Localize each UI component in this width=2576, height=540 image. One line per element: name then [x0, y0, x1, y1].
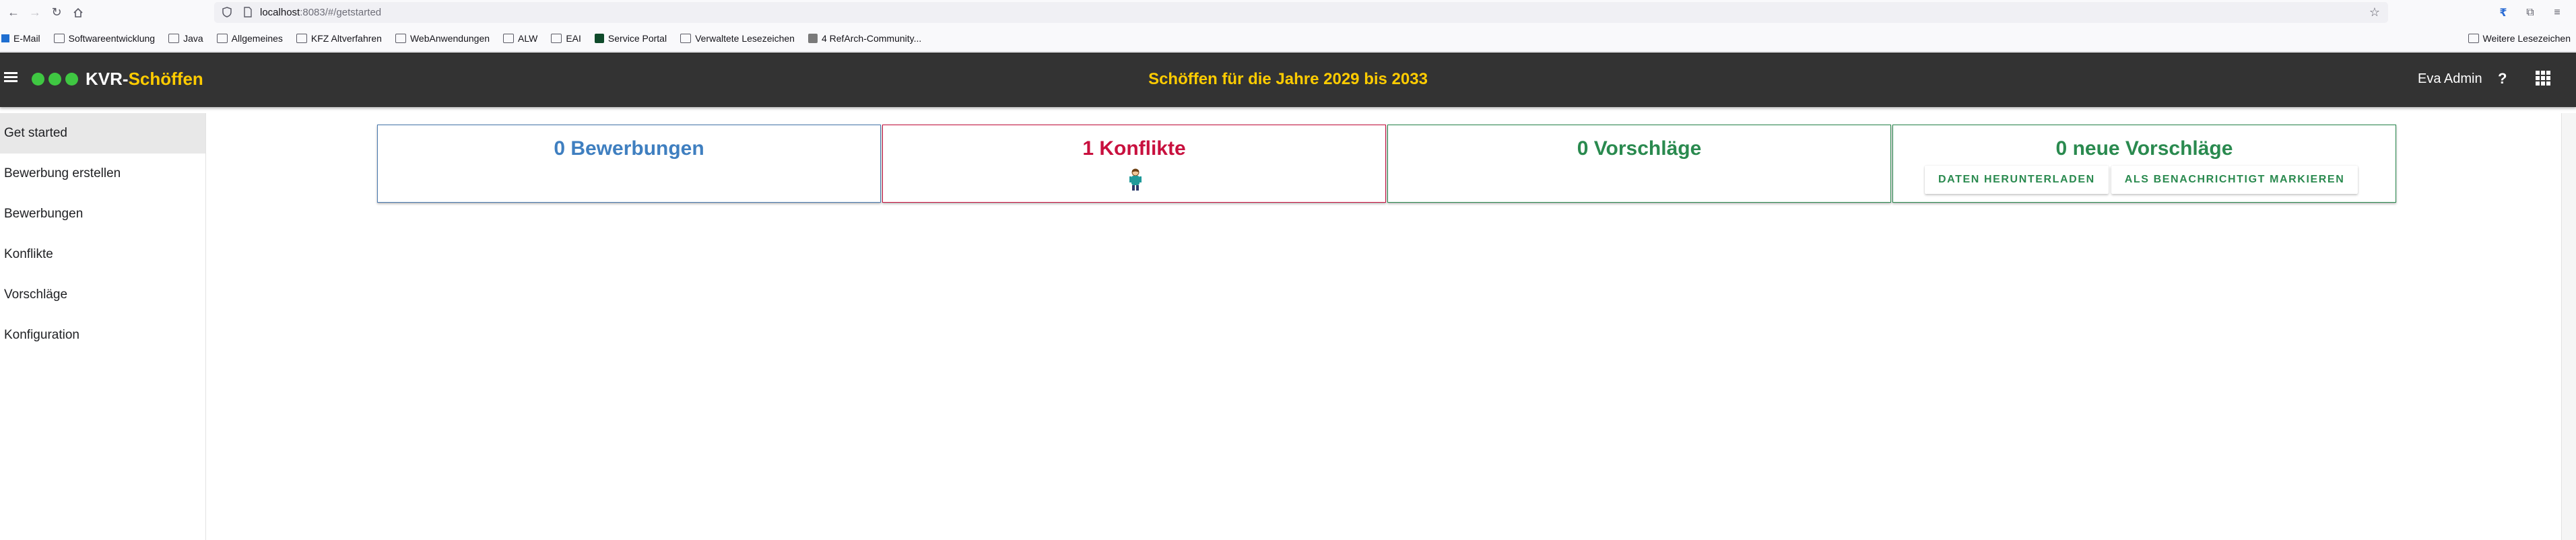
- bookmarks-bar: E-Mail Softwareentwicklung Java Allgemei…: [0, 25, 2576, 52]
- page-title: Schöffen für die Jahre 2029 bis 2033: [1148, 70, 1428, 88]
- card-title: 1 Konflikte: [1082, 137, 1186, 160]
- back-icon[interactable]: ←: [5, 5, 22, 21]
- refarch-icon: [807, 33, 818, 43]
- status-dot: [32, 73, 44, 86]
- bookmark-label: Weitere Lesezeichen: [2482, 33, 2571, 44]
- hamburger-menu-icon[interactable]: [4, 70, 22, 88]
- url-path: :8083/#/getstarted: [300, 7, 382, 18]
- folder-icon: [296, 33, 307, 43]
- bookmark-label: KFZ Altverfahren: [310, 32, 382, 44]
- bookmark-softwareentwicklung[interactable]: Softwareentwicklung: [53, 32, 156, 44]
- reload-icon[interactable]: ↻: [48, 5, 65, 21]
- card-bewerbungen[interactable]: 0 Bewerbungen: [377, 125, 881, 203]
- card-title: 0 Bewerbungen: [554, 137, 704, 160]
- bookmark-email[interactable]: E-Mail: [1, 33, 40, 44]
- sidebar-item-get-started[interactable]: Get started: [0, 113, 205, 154]
- app-brand[interactable]: KVR-Schöffen: [86, 69, 203, 90]
- bookmark-label: 4 RefArch-Community...: [821, 32, 922, 44]
- sidebar-item-konfiguration[interactable]: Konfiguration: [0, 315, 205, 356]
- brand-prefix: KVR-: [86, 69, 129, 89]
- bookmark-verwaltete-lesezeichen[interactable]: Verwaltete Lesezeichen: [680, 33, 795, 44]
- folder-icon: [551, 33, 562, 43]
- bookmark-service-portal[interactable]: Service Portal: [594, 32, 667, 44]
- sidebar: Get started Bewerbung erstellen Bewerbun…: [0, 113, 206, 540]
- extension-icon[interactable]: ₹: [2495, 5, 2511, 21]
- sidebar-item-bewerbung-erstellen[interactable]: Bewerbung erstellen: [0, 154, 205, 194]
- bookmark-java[interactable]: Java: [168, 33, 203, 44]
- apps-grid-icon[interactable]: [2536, 71, 2550, 86]
- bookmark-label: E-Mail: [13, 32, 40, 44]
- card-title: 0 Vorschläge: [1577, 137, 1702, 160]
- sidebar-item-vorschlaege[interactable]: Vorschläge: [0, 275, 205, 315]
- bookmark-star-icon[interactable]: ☆: [2369, 5, 2380, 20]
- mark-notified-button[interactable]: ALS BENACHRICHTIGT MARKIEREN: [2111, 166, 2358, 194]
- bookmark-webanwendungen[interactable]: WebAnwendungen: [395, 33, 490, 44]
- bookmark-refarch[interactable]: 4 RefArch-Community...: [807, 32, 922, 44]
- extensions-puzzle-icon[interactable]: ⧉: [2522, 5, 2538, 21]
- page-icon: [244, 7, 252, 21]
- bookmark-label: EAI: [566, 32, 581, 44]
- sidebar-item-konflikte[interactable]: Konflikte: [0, 234, 205, 275]
- person-icon: [1128, 168, 1143, 191]
- bookmark-weitere-lesezeichen[interactable]: Weitere Lesezeichen: [2468, 33, 2571, 44]
- folder-icon: [53, 33, 65, 43]
- card-konflikte[interactable]: 1 Konflikte: [882, 125, 1386, 203]
- card-neue-vorschlaege: 0 neue Vorschläge DATEN HERUNTERLADEN AL…: [1892, 125, 2396, 203]
- sidebar-item-label: Vorschläge: [4, 288, 68, 302]
- sidebar-item-label: Bewerbungen: [4, 207, 84, 221]
- summary-cards: 0 Bewerbungen 1 Konflikte 0 Vorschläge 0…: [377, 125, 2398, 203]
- sidebar-item-bewerbungen[interactable]: Bewerbungen: [0, 194, 205, 234]
- sidebar-item-label: Konflikte: [4, 247, 53, 261]
- url-text[interactable]: localhost:8083/#/getstarted: [260, 7, 381, 18]
- url-host: localhost: [260, 7, 300, 18]
- card-vorschlaege[interactable]: 0 Vorschläge: [1387, 125, 1891, 203]
- brand-name: Schöffen: [128, 69, 203, 89]
- bookmark-label: Softwareentwicklung: [68, 32, 156, 44]
- bookmark-label: ALW: [518, 32, 538, 44]
- sidebar-item-label: Konfiguration: [4, 328, 79, 342]
- bookmark-allgemeines[interactable]: Allgemeines: [216, 32, 283, 44]
- status-dot: [48, 73, 61, 86]
- bookmark-label: Verwaltete Lesezeichen: [695, 32, 795, 44]
- help-icon[interactable]: ?: [2498, 70, 2507, 88]
- shield-icon[interactable]: [222, 7, 232, 21]
- menu-icon[interactable]: ≡: [2549, 5, 2565, 21]
- folder-icon: [216, 33, 228, 43]
- bookmark-label: Java: [183, 32, 203, 44]
- download-data-button[interactable]: DATEN HERUNTERLADEN: [1925, 166, 2109, 194]
- home-icon[interactable]: [70, 5, 86, 21]
- sidebar-item-label: Bewerbung erstellen: [4, 166, 121, 180]
- bookmark-label: WebAnwendungen: [409, 32, 490, 44]
- browser-toolbar: ← → ↻ localhost:8083/#/getstarted ☆ ₹ ⧉ …: [0, 0, 2576, 25]
- card-title: 0 neue Vorschläge: [2055, 137, 2233, 160]
- outlook-icon: [1, 34, 9, 42]
- folder-icon: [395, 33, 406, 43]
- folder-icon: [680, 33, 692, 43]
- bookmark-eai[interactable]: EAI: [551, 33, 581, 44]
- folder-icon: [2468, 34, 2479, 43]
- scrollbar-track[interactable]: [2561, 113, 2576, 540]
- bookmark-label: Service Portal: [607, 32, 667, 44]
- folder-icon: [503, 33, 515, 43]
- app-bar: KVR-Schöffen Schöffen für die Jahre 2029…: [0, 53, 2576, 107]
- bookmark-alw[interactable]: ALW: [503, 33, 537, 44]
- bookmark-kfz-altverfahren[interactable]: KFZ Altverfahren: [296, 33, 382, 44]
- sidebar-item-label: Get started: [4, 126, 67, 140]
- status-dot: [65, 73, 78, 86]
- bookmark-label: Allgemeines: [231, 32, 283, 44]
- status-dots: [32, 73, 82, 86]
- folder-icon: [168, 33, 180, 43]
- forward-icon[interactable]: →: [27, 5, 43, 21]
- user-name[interactable]: Eva Admin: [2418, 71, 2482, 87]
- url-bar[interactable]: localhost:8083/#/getstarted ☆: [214, 2, 2388, 23]
- service-portal-icon: [594, 33, 604, 43]
